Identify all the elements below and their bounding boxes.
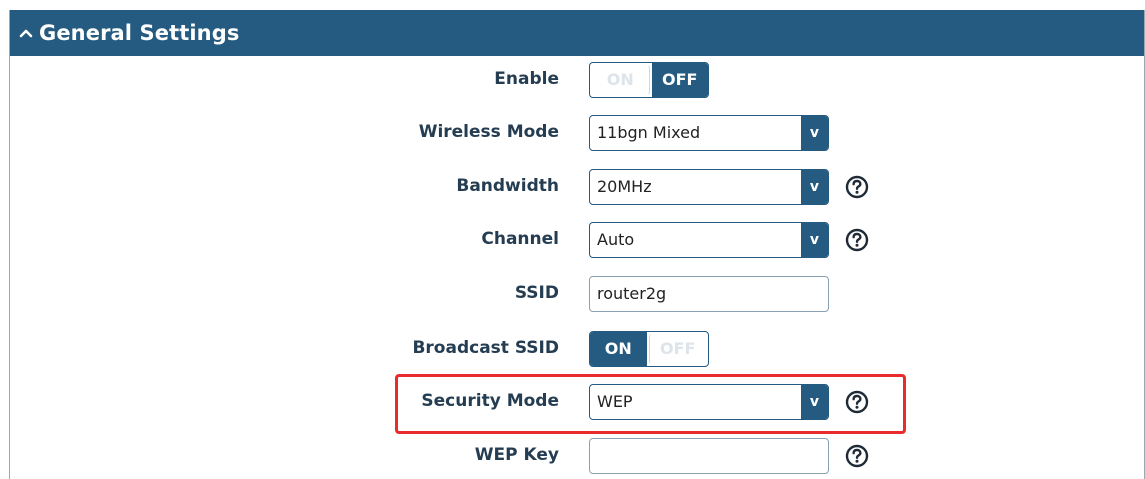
enable-row: Enable ON OFF <box>10 60 1144 98</box>
wep-key-row: WEP Key <box>10 436 1144 474</box>
broadcast-ssid-row: Broadcast SSID ON OFF <box>10 329 1144 367</box>
broadcast-ssid-off-option[interactable]: OFF <box>648 334 706 364</box>
security-mode-highlight-box <box>395 374 906 434</box>
help-icon[interactable] <box>845 175 869 199</box>
wep-key-label: WEP Key <box>474 445 559 465</box>
ssid-label: SSID <box>514 283 559 303</box>
channel-value: Auto <box>597 230 635 249</box>
section-title: General Settings <box>39 21 240 45</box>
help-icon[interactable] <box>845 444 869 468</box>
enable-toggle[interactable]: ON OFF <box>589 62 709 98</box>
enable-on-option[interactable]: ON <box>592 65 650 95</box>
wireless-mode-value: 11bgn Mixed <box>597 123 701 142</box>
dropdown-arrow-icon[interactable]: v <box>801 116 828 150</box>
bandwidth-select[interactable]: 20MHz v <box>589 169 829 205</box>
channel-select[interactable]: Auto v <box>589 222 829 258</box>
ssid-row: SSID router2g <box>10 274 1144 312</box>
dropdown-arrow-icon[interactable]: v <box>801 170 828 204</box>
general-settings-panel: General Settings Enable ON OFF Wireless … <box>9 10 1145 479</box>
ssid-input[interactable]: router2g <box>589 276 829 312</box>
help-icon[interactable] <box>845 228 869 252</box>
chevron-up-icon[interactable] <box>19 26 33 40</box>
wep-key-input[interactable] <box>589 438 829 474</box>
channel-label: Channel <box>481 229 559 249</box>
broadcast-ssid-toggle[interactable]: ON OFF <box>589 331 709 367</box>
enable-off-option[interactable]: OFF <box>651 63 708 97</box>
section-header[interactable]: General Settings <box>10 10 1144 56</box>
wireless-mode-row: Wireless Mode 11bgn Mixed v <box>10 113 1144 151</box>
wireless-mode-select[interactable]: 11bgn Mixed v <box>589 115 829 151</box>
bandwidth-row: Bandwidth 20MHz v <box>10 167 1144 205</box>
bandwidth-value: 20MHz <box>597 177 652 196</box>
bandwidth-label: Bandwidth <box>456 176 559 196</box>
broadcast-ssid-on-option[interactable]: ON <box>590 332 647 366</box>
dropdown-arrow-icon[interactable]: v <box>801 223 828 257</box>
wireless-mode-label: Wireless Mode <box>418 122 559 142</box>
broadcast-ssid-label: Broadcast SSID <box>412 338 559 358</box>
enable-label: Enable <box>494 69 559 89</box>
channel-row: Channel Auto v <box>10 220 1144 258</box>
